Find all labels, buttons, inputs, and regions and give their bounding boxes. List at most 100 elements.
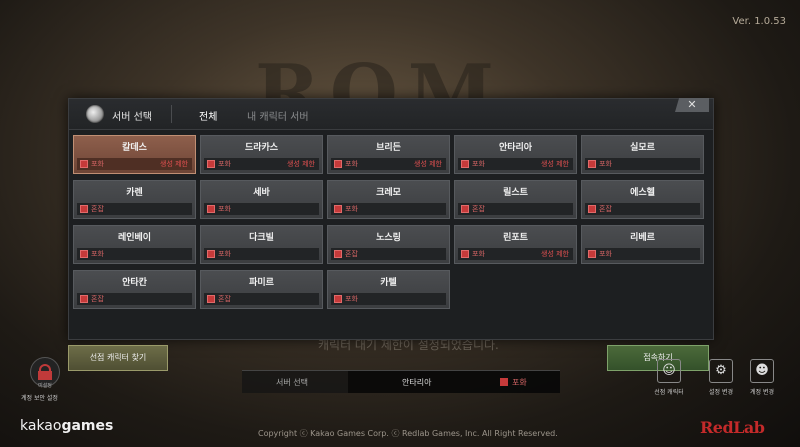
server-status-bar: 포화: [331, 293, 446, 305]
server-name: 칼데스: [122, 143, 147, 153]
server-status: 포화: [599, 160, 612, 168]
server-status-bar: 포화: [204, 203, 319, 215]
redlab-logo: RedLab: [700, 418, 765, 437]
status-icon: [461, 160, 469, 168]
server-card[interactable]: 린포트포화 생성 제한: [454, 225, 577, 264]
server-status-bar: 포화 생성 제한: [331, 158, 446, 170]
preoccupied-character-label: 선점 캐릭터: [654, 389, 684, 396]
server-status-bar: 혼잡: [77, 293, 192, 305]
server-name: 파미르: [249, 278, 274, 288]
server-name: 안타칸: [122, 278, 147, 288]
account-icon[interactable]: ☻: [750, 359, 774, 383]
server-status: 혼잡: [218, 295, 231, 303]
server-status: 포화: [345, 205, 358, 213]
server-card[interactable]: 드라카스 포화 생성 제한: [200, 135, 323, 174]
server-card[interactable]: 안타리아포화 생성 제한: [454, 135, 577, 174]
server-card[interactable]: 브리든포화 생성 제한: [327, 135, 450, 174]
server-name: 브리든: [376, 143, 401, 153]
kakaogames-logo: kakaogames: [20, 418, 114, 434]
status-icon: [334, 250, 342, 258]
server-status-bar: 포화 생성 제한: [458, 248, 573, 260]
header-divider: [171, 105, 172, 123]
server-bar-selected[interactable]: [348, 371, 560, 393]
server-status-bar: 포화: [585, 248, 700, 260]
server-name: 리베르: [630, 233, 655, 243]
status-icon: [207, 250, 215, 258]
server-status-bar: 포화: [204, 248, 319, 260]
creation-limit: 생성 제한: [160, 160, 188, 168]
server-name: 에스헬: [630, 188, 655, 198]
server-status: 포화: [91, 160, 104, 168]
account-security-button[interactable]: 미설정: [30, 357, 60, 389]
tab-all[interactable]: 전체: [199, 108, 217, 123]
lock-icon-body: [38, 371, 52, 380]
version-label: Ver. 1.0.53: [732, 16, 786, 27]
server-status: 포화: [599, 250, 612, 258]
server-card[interactable]: 릴스트 혼잡: [454, 180, 577, 219]
modal-header: 서버 선택 전체 내 캐릭터 서버 ✕: [69, 98, 713, 130]
server-card[interactable]: 다크빌 포화: [200, 225, 323, 264]
server-card[interactable]: 에스헬 혼잡: [581, 180, 704, 219]
server-card[interactable]: 레인베이포화: [73, 225, 196, 264]
gear-icon[interactable]: ⚙: [709, 359, 733, 383]
server-status-bar: 혼잡: [331, 248, 446, 260]
creation-limit: 생성 제한: [541, 160, 569, 168]
status-icon: [461, 250, 469, 258]
status-icon: [461, 205, 469, 213]
status-icon: [588, 205, 596, 213]
close-icon[interactable]: ✕: [675, 98, 709, 112]
find-character-button[interactable]: 선점 캐릭터 찾기: [68, 345, 168, 371]
status-icon: [80, 295, 88, 303]
server-status: 포화: [218, 205, 231, 213]
modal-title: 서버 선택: [112, 112, 152, 123]
account-security-label: 계정 보안 설정: [21, 395, 58, 402]
status-icon: [334, 205, 342, 213]
server-status: 포화: [91, 250, 104, 258]
status-icon: [207, 160, 215, 168]
server-name: 세바: [253, 188, 270, 198]
server-name: 린포트: [503, 233, 528, 243]
status-icon: [80, 250, 88, 258]
server-card[interactable]: 노스링혼잡: [327, 225, 450, 264]
server-card[interactable]: 카텔 포화: [327, 270, 450, 309]
server-card[interactable]: 안타칸혼잡: [73, 270, 196, 309]
status-icon: [80, 160, 88, 168]
server-bar-name: 안타리아: [402, 378, 432, 387]
server-card[interactable]: 리베르포화: [581, 225, 704, 264]
server-status: 포화: [218, 160, 231, 168]
status-icon: [500, 378, 508, 386]
server-card[interactable]: 파미르혼잡: [200, 270, 323, 309]
server-card[interactable]: 크레모포화: [327, 180, 450, 219]
server-status-bar: 포화: [585, 158, 700, 170]
server-status: 포화: [345, 295, 358, 303]
settings-label: 설정 변경: [709, 389, 733, 396]
server-name: 레인베이: [117, 233, 152, 243]
server-status: 포화: [472, 250, 485, 258]
server-name: 노스링: [376, 233, 401, 243]
server-card[interactable]: 카렌혼잡: [73, 180, 196, 219]
account-change-label: 계정 변경: [750, 389, 774, 396]
server-name: 안타리아: [498, 143, 533, 153]
status-icon: [334, 160, 342, 168]
copyright-text: Copyright ⓒ Kakao Games Corp. ⓒ Redlab G…: [258, 429, 558, 438]
server-bar-label: 서버 선택: [276, 378, 308, 387]
creation-limit: 생성 제한: [287, 160, 315, 168]
server-name: 크레모: [376, 188, 401, 198]
server-status: 혼잡: [345, 250, 358, 258]
server-card[interactable]: 칼데스포화 생성 제한: [73, 135, 196, 174]
server-card[interactable]: 세바포화: [200, 180, 323, 219]
server-name: 카렌: [126, 188, 143, 198]
server-name: 릴스트: [503, 188, 528, 198]
server-status-bar: 포화 생성 제한: [77, 158, 192, 170]
user-check-icon[interactable]: ☺: [657, 359, 681, 383]
globe-icon: [86, 105, 104, 123]
server-bar[interactable]: 서버 선택 안타리아 포화: [242, 370, 560, 393]
server-status-bar: 포화 생성 제한: [458, 158, 573, 170]
server-card[interactable]: 실모르 포화: [581, 135, 704, 174]
server-status: 포화: [345, 160, 358, 168]
tab-my-character-servers[interactable]: 내 캐릭터 서버: [247, 108, 309, 123]
status-icon: [80, 205, 88, 213]
server-status-bar: 포화: [77, 248, 192, 260]
server-status-bar: 혼잡: [77, 203, 192, 215]
status-icon: [588, 250, 596, 258]
